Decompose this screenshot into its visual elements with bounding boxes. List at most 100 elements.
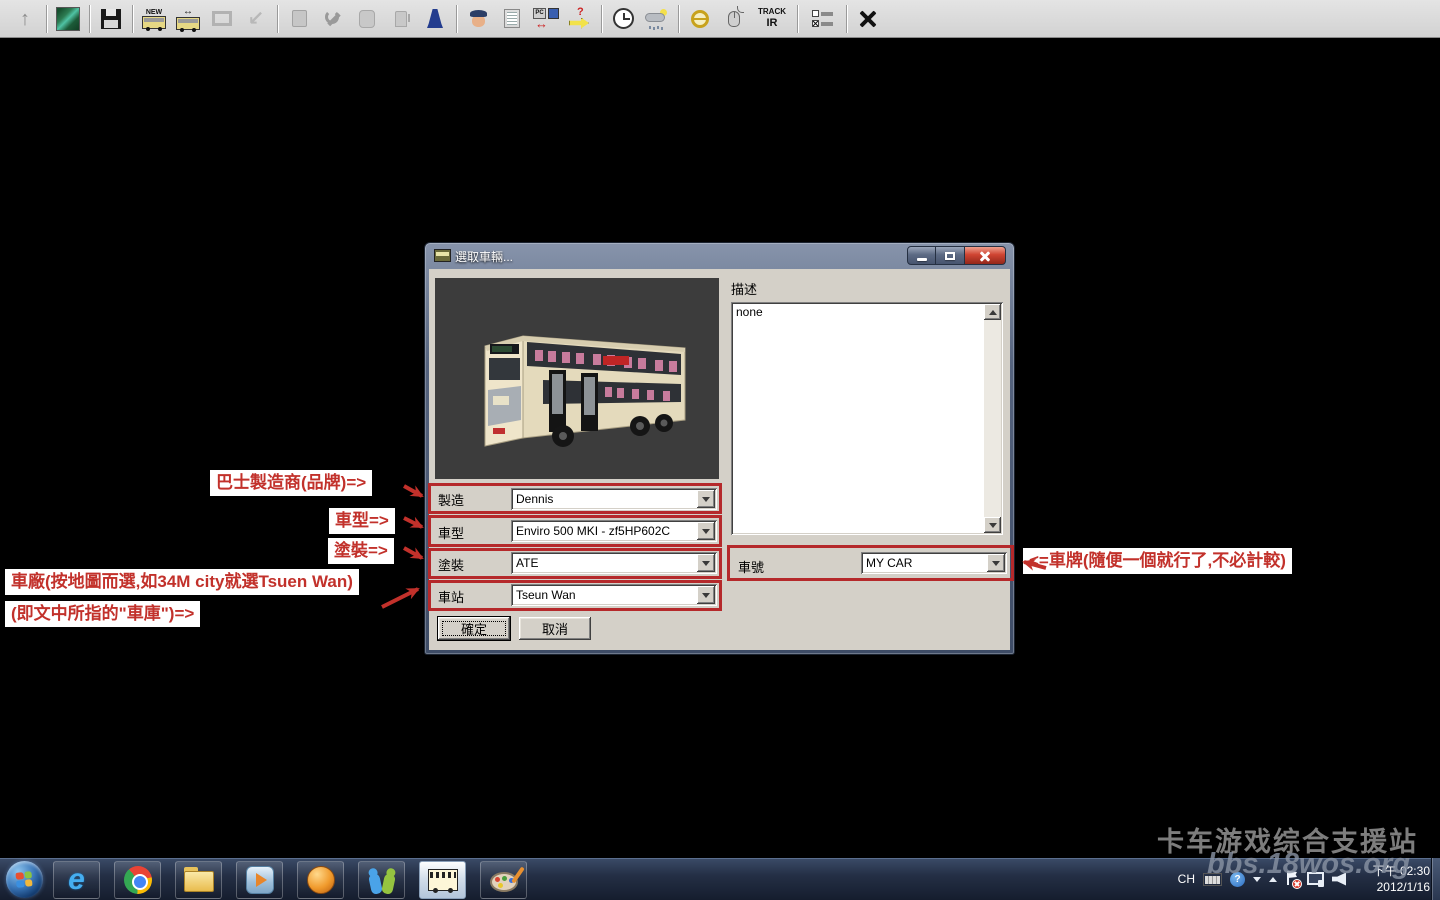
question-mark: ? (577, 6, 584, 18)
yellow-arrow-icon (569, 18, 589, 29)
taskbar-item-bus-tool-active[interactable] (419, 861, 466, 899)
chevron-down-icon (702, 561, 710, 566)
manufacturer-label: 製造 (438, 490, 464, 509)
trackir-icon: TRACK IR (758, 8, 786, 29)
show-desktop-button[interactable] (1431, 858, 1440, 900)
annotation-depot-line1: 車廠(按地圖而選,如34M city就選Tsuen Wan) (5, 569, 359, 595)
system-tray: CH ? 下午 02:30 2012/1/16 (1178, 858, 1430, 900)
cone-button[interactable] (420, 4, 450, 34)
close-x-icon (857, 8, 879, 30)
manufacturer-combobox[interactable]: Dennis (511, 488, 717, 510)
scroll-down-button[interactable] (984, 517, 1001, 533)
windows-logo-icon (16, 871, 33, 888)
pc-swap-button[interactable]: PC ↔ (531, 4, 561, 34)
swap-bus-button[interactable]: ↔ (173, 4, 203, 34)
save-icon (101, 9, 121, 29)
pc-swap-icon: PC ↔ (533, 8, 559, 30)
messenger-icon (368, 868, 396, 892)
taskbar-item-messenger[interactable] (358, 861, 405, 899)
description-scrollbar[interactable] (984, 304, 1001, 533)
close-button[interactable] (965, 246, 1006, 265)
toolbar-separator (601, 5, 602, 33)
dropdown-button[interactable] (987, 554, 1005, 572)
swap-arrows-icon: ↔ (183, 7, 193, 17)
depot-combobox[interactable]: Tseun Wan (511, 584, 717, 606)
fuel-pump-icon (395, 11, 407, 27)
volume-icon[interactable] (1332, 873, 1346, 886)
mouse-icon (728, 11, 740, 27)
repair-button[interactable] (318, 4, 348, 34)
model-combobox[interactable]: Enviro 500 MKI - zf5HP602C (511, 520, 717, 542)
taskbar-item-chrome[interactable] (114, 861, 161, 899)
dropdown-button[interactable] (697, 522, 715, 540)
question-arrow-icon: ? (569, 8, 591, 30)
checkboxes-icon (812, 10, 833, 27)
scroll-down-icon (989, 523, 997, 528)
weather-button[interactable] (642, 4, 672, 34)
minimize-button[interactable] (907, 246, 936, 265)
chevron-down-icon[interactable] (1253, 877, 1261, 882)
annotation-livery: 塗裝=> (328, 538, 394, 564)
taskbar-item-explorer[interactable] (175, 861, 222, 899)
language-indicator[interactable]: CH (1178, 872, 1195, 886)
ok-button[interactable]: 確定 (438, 617, 510, 640)
list-button[interactable] (497, 4, 527, 34)
cancel-button-label: 取消 (542, 619, 568, 638)
arrow-button-disabled: ↙ (241, 4, 271, 34)
fuel-can-icon (292, 10, 307, 27)
keyboard-icon[interactable] (1203, 873, 1222, 886)
taskbar-item-internet-explorer[interactable]: e (53, 861, 100, 899)
bus-icon (176, 17, 200, 30)
manufacturer-value: Dennis (516, 492, 695, 506)
red-arrows-icon: ↔ (535, 17, 548, 30)
dropdown-button[interactable] (697, 586, 715, 604)
start-button[interactable] (6, 861, 43, 898)
taskbar-item-paint[interactable] (480, 861, 527, 899)
checkbox-checked-icon (812, 20, 819, 27)
chevron-down-icon (702, 529, 710, 534)
desktop: ↑ NEW ↔ ↙ PC ↔ (0, 0, 1440, 900)
chevron-up-icon[interactable] (1269, 877, 1277, 882)
dropdown-button[interactable] (697, 490, 715, 508)
new-bus-button[interactable]: NEW (139, 4, 169, 34)
driver-button[interactable] (463, 4, 493, 34)
taskbar-clock[interactable]: 下午 02:30 2012/1/16 (1358, 863, 1430, 895)
annotation-model: 車型=> (329, 508, 395, 534)
driver-swap-icon (548, 8, 559, 19)
maximize-button[interactable] (936, 246, 965, 265)
model-value: Enviro 500 MKI - zf5HP602C (516, 524, 695, 538)
action-center-flag-icon[interactable] (1285, 871, 1299, 887)
toolbar-separator (46, 5, 47, 33)
weather-icon (645, 9, 669, 29)
options-checkboxes[interactable] (804, 4, 840, 34)
description-textarea[interactable]: none (731, 302, 1003, 535)
steering-wheel-icon (691, 10, 709, 28)
help-icon[interactable]: ? (1230, 872, 1245, 887)
description-text: none (736, 305, 763, 319)
map-button[interactable] (53, 4, 83, 34)
dialog-body: 描述 none 製造 Dennis 車型 Enviro 500 MKI - zf… (429, 269, 1010, 650)
checkbox-unchecked-icon (812, 10, 819, 17)
paint-icon (490, 872, 518, 892)
trackir-button[interactable]: TRACK IR (753, 4, 791, 34)
clock-button[interactable] (608, 4, 638, 34)
exit-button[interactable] (853, 4, 883, 34)
plate-label: 車號 (738, 557, 764, 576)
dropdown-button[interactable] (697, 554, 715, 572)
taskbar-item-media-player[interactable] (236, 861, 283, 899)
cancel-button[interactable]: 取消 (519, 617, 591, 640)
network-icon[interactable] (1307, 872, 1324, 887)
help-arrow-button[interactable]: ? (565, 4, 595, 34)
arrow-down-left-icon: ↙ (248, 9, 265, 29)
bus-preview-image (435, 278, 719, 479)
up-arrow-button[interactable]: ↑ (10, 4, 40, 34)
livery-combobox[interactable]: ATE (511, 552, 717, 574)
clock-time: 下午 02:30 (1358, 863, 1430, 879)
taskbar-item-game-center[interactable] (297, 861, 344, 899)
save-button[interactable] (96, 4, 126, 34)
plate-combobox[interactable]: MY CAR (861, 552, 1007, 574)
chrome-icon (124, 866, 152, 894)
mouse-button[interactable] (719, 4, 749, 34)
steering-button[interactable] (685, 4, 715, 34)
scroll-up-button[interactable] (984, 304, 1001, 320)
